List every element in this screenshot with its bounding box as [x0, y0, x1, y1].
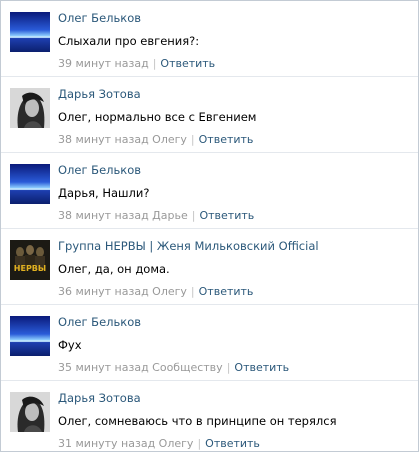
reply-link[interactable]: Ответить — [199, 285, 254, 298]
comment-author[interactable]: Олег Бельков — [58, 315, 141, 329]
comment-author[interactable]: Дарья Зотова — [58, 391, 141, 405]
band-nervy-avatar[interactable]: НЕРВЫ — [10, 240, 50, 280]
comment-author[interactable]: Дарья Зотова — [58, 87, 141, 101]
reply-link[interactable]: Ответить — [234, 361, 289, 374]
comment-time[interactable]: 36 минут назад Олегу — [58, 285, 187, 298]
comment-time[interactable]: 38 минут назад Дарье — [58, 209, 188, 222]
separator: | — [226, 361, 231, 374]
reply-link[interactable]: Ответить — [199, 209, 254, 222]
sea-landscape-avatar[interactable] — [10, 12, 50, 52]
band-logo-text: НЕРВЫ — [14, 264, 46, 273]
comment-text: Олег, нормально все с Евгением — [58, 110, 257, 124]
reply-link[interactable]: Ответить — [199, 133, 254, 146]
comment-time[interactable]: 38 минут назад Олегу — [58, 133, 187, 146]
comment-meta: 35 минут назад Сообществу | Ответить — [58, 361, 289, 374]
comment-item: Олег Бельков Фух 35 минут назад Сообщест… — [1, 305, 418, 381]
comment-item: Олег Бельков Дарья, Нашли? 38 минут наза… — [1, 153, 418, 229]
sea-landscape-avatar[interactable] — [10, 316, 50, 356]
separator: | — [191, 209, 196, 222]
woman-portrait-avatar[interactable] — [10, 392, 50, 432]
reply-link[interactable]: Ответить — [205, 437, 260, 450]
separator: | — [190, 133, 195, 146]
separator: | — [197, 437, 202, 450]
comment-item: Дарья Зотова Олег, сомневаюсь что в прин… — [1, 381, 418, 451]
comment-time[interactable]: 39 минут назад — [58, 57, 149, 70]
comment-item: Дарья Зотова Олег, нормально все с Евген… — [1, 77, 418, 153]
comment-text: Слыхали про евгения?: — [58, 34, 200, 48]
comment-text: Дарья, Нашли? — [58, 186, 150, 200]
woman-portrait-avatar[interactable] — [10, 88, 50, 128]
comment-meta: 38 минут назад Олегу | Ответить — [58, 133, 253, 146]
comments-panel: Олег Бельков Слыхали про евгения?: 39 ми… — [0, 0, 419, 452]
separator: | — [152, 57, 157, 70]
comment-text: Олег, да, он дома. — [58, 262, 170, 276]
comment-item: Олег Бельков Слыхали про евгения?: 39 ми… — [1, 1, 418, 77]
comment-author[interactable]: Олег Бельков — [58, 163, 141, 177]
comment-text: Фух — [58, 338, 82, 352]
comment-author[interactable]: Группа НЕРВЫ | Женя Мильковский Official — [58, 239, 319, 253]
comment-text: Олег, сомневаюсь что в принципе он терял… — [58, 414, 337, 428]
comment-time[interactable]: 35 минут назад Сообществу — [58, 361, 223, 374]
comment-author[interactable]: Олег Бельков — [58, 11, 141, 25]
comment-meta: 31 минуту назад Олегу | Ответить — [58, 437, 260, 450]
comment-meta: 36 минут назад Олегу | Ответить — [58, 285, 253, 298]
separator: | — [190, 285, 195, 298]
comment-time[interactable]: 31 минуту назад Олегу — [58, 437, 193, 450]
sea-landscape-avatar[interactable] — [10, 164, 50, 204]
reply-link[interactable]: Ответить — [160, 57, 215, 70]
comment-meta: 39 минут назад | Ответить — [58, 57, 215, 70]
comment-meta: 38 минут назад Дарье | Ответить — [58, 209, 254, 222]
comment-item: НЕРВЫ Группа НЕРВЫ | Женя Мильковский Of… — [1, 229, 418, 305]
